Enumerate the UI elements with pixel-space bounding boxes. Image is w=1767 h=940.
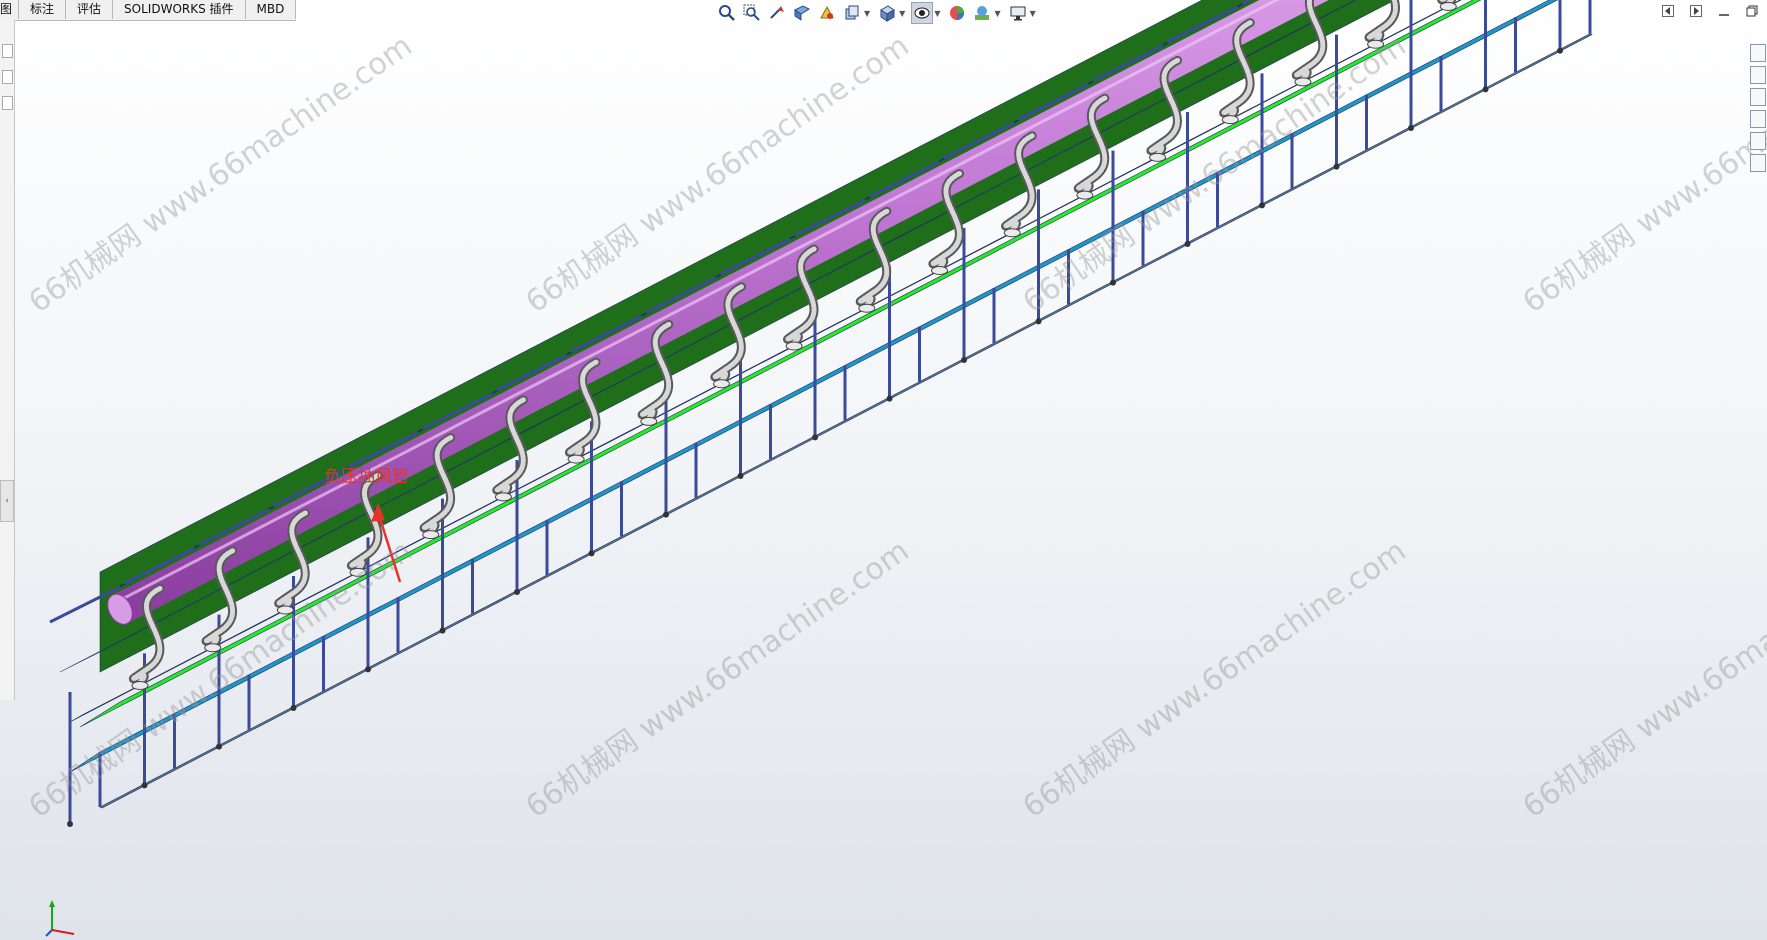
chevron-down-icon[interactable]: ▼ [1030, 9, 1036, 18]
hide-show-items-icon[interactable] [911, 2, 934, 24]
leveling-foot [1482, 86, 1489, 93]
resources-icon[interactable] [1750, 44, 1766, 62]
leveling-foot [216, 743, 222, 750]
suction-nozzle [1221, 115, 1239, 125]
panel-tab-icon[interactable] [2, 70, 13, 84]
suction-nozzle [858, 303, 876, 313]
floor-stretcher [99, 33, 1593, 809]
display-style-icon[interactable] [876, 2, 898, 24]
design-library-icon[interactable] [1750, 66, 1766, 84]
window-controls [1650, 3, 1762, 19]
command-manager-tabs: 图 标注 评估 SOLIDWORKS 插件 MBD [0, 0, 297, 21]
feature-manager-collapsed-panel [0, 20, 15, 700]
leveling-foot [1408, 125, 1414, 132]
leveling-foot [1110, 279, 1116, 286]
leveling-foot [514, 589, 520, 596]
suction-nozzle [567, 454, 585, 464]
leveling-foot [961, 357, 967, 364]
panel-collapse-handle[interactable]: ‹ [0, 480, 14, 522]
suction-nozzle [1149, 152, 1167, 162]
leveling-foot [67, 821, 73, 827]
leveling-foot [290, 705, 297, 712]
coordinate-triad-icon [45, 900, 75, 937]
leveling-foot [1557, 47, 1563, 54]
heads-up-view-toolbar: ▼ ▼ ▼ ▼ ▼ [716, 1, 1042, 25]
view-orientation-icon[interactable] [841, 2, 863, 24]
suction-nozzle [640, 416, 658, 426]
previous-icon[interactable] [1658, 3, 1678, 19]
suction-nozzle [1003, 228, 1021, 238]
zoom-to-area-icon[interactable] [741, 2, 763, 24]
chevron-down-icon[interactable]: ▼ [994, 9, 1000, 18]
leveling-foot [886, 395, 893, 402]
leveling-foot [1184, 241, 1191, 248]
tab-evaluate[interactable]: 评估 [66, 0, 114, 19]
dynamic-annotation-view-icon[interactable] [816, 2, 838, 24]
suction-nozzle [422, 530, 440, 540]
suction-nozzle [785, 341, 803, 351]
suction-nozzle [1076, 190, 1094, 200]
tab-mbd[interactable]: MBD [245, 0, 297, 19]
suction-nozzle [494, 492, 512, 502]
panel-tab-icon[interactable] [2, 44, 13, 58]
appearances-icon[interactable] [1750, 132, 1766, 150]
minimize-icon[interactable] [1714, 3, 1734, 19]
leveling-foot [1259, 202, 1265, 209]
leveling-foot [141, 782, 148, 789]
suction-nozzle [712, 379, 730, 389]
chevron-down-icon[interactable]: ▼ [934, 9, 940, 18]
leveling-foot [1333, 163, 1340, 170]
leveling-foot [812, 434, 818, 441]
section-view-icon[interactable] [791, 2, 813, 24]
leveling-foot [439, 627, 446, 634]
zoom-to-fit-icon[interactable] [716, 2, 738, 24]
leveling-foot [663, 511, 669, 518]
edit-appearance-icon[interactable] [946, 2, 968, 24]
chevron-down-icon[interactable]: ▼ [864, 9, 870, 18]
apply-scene-icon[interactable] [971, 2, 993, 24]
suction-nozzle [131, 680, 149, 690]
exhaust-pipe-callout: 负压抽风管 [324, 467, 409, 487]
tab-markup[interactable]: 标注 [19, 0, 67, 19]
task-pane-tabs [1748, 40, 1767, 200]
tab-solidworks-addins[interactable]: SOLIDWORKS 插件 [113, 0, 246, 19]
custom-properties-icon[interactable] [1750, 154, 1766, 172]
suction-nozzle [931, 266, 949, 276]
file-explorer-icon[interactable] [1750, 88, 1766, 106]
previous-view-icon[interactable] [766, 2, 788, 24]
view-settings-icon[interactable] [1007, 2, 1029, 24]
leveling-foot [737, 473, 744, 480]
chevron-down-icon[interactable]: ▼ [899, 9, 905, 18]
next-icon[interactable] [1686, 3, 1706, 19]
view-palette-icon[interactable] [1750, 110, 1766, 128]
panel-tab-icon[interactable] [2, 96, 13, 110]
leveling-foot [365, 666, 371, 673]
suction-nozzle [1439, 1, 1457, 11]
tab-view[interactable]: 图 [0, 0, 20, 19]
restore-icon[interactable] [1742, 3, 1762, 19]
leveling-foot [588, 550, 595, 557]
